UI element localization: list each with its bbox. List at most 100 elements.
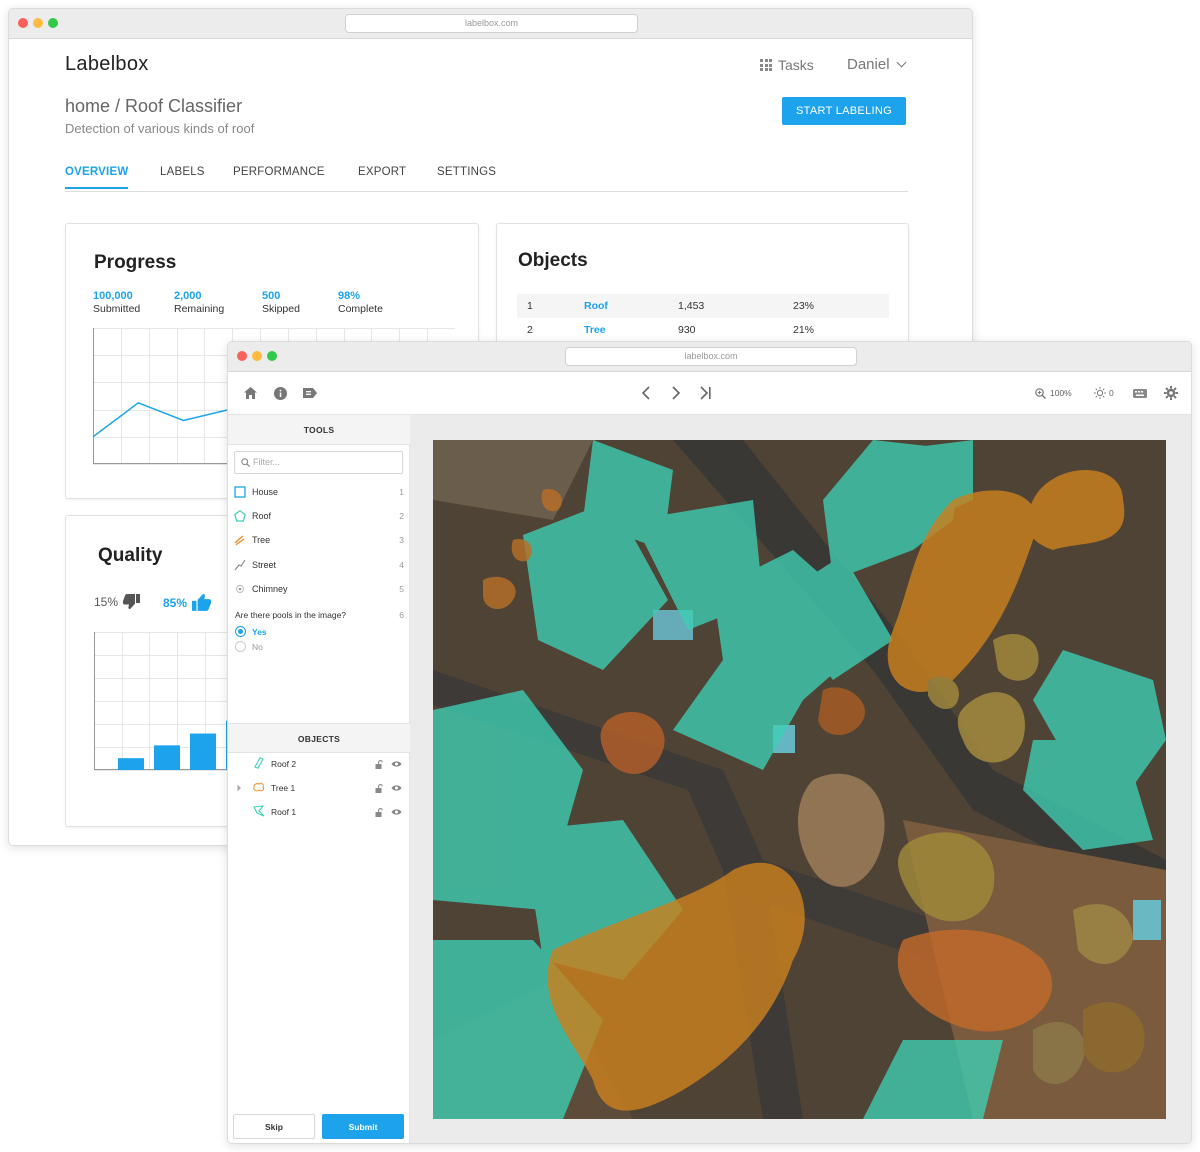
editor-toolbar: 100% 0 [228, 372, 1191, 415]
filter-input[interactable]: Filter... [234, 451, 403, 474]
progress-series-line [93, 401, 229, 438]
gear-icon[interactable] [1163, 385, 1179, 401]
quality-bar [154, 745, 180, 770]
grid-icon [760, 59, 772, 71]
radio-no[interactable]: No [235, 641, 263, 652]
aerial-image[interactable] [433, 440, 1166, 1119]
eye-icon[interactable] [391, 808, 402, 816]
maximize-window-button[interactable] [267, 351, 277, 361]
maximize-window-button[interactable] [48, 18, 58, 28]
tool-label: Chimney [252, 584, 288, 594]
square-icon [234, 486, 246, 498]
labeling-canvas[interactable] [410, 415, 1191, 1143]
tool-roof[interactable]: Roof 2 [234, 509, 404, 525]
object-item-tree-1[interactable]: Tree 1 [228, 779, 410, 799]
radio-circle [235, 641, 246, 652]
lock-icon[interactable] [375, 760, 384, 769]
chevron-right-icon[interactable] [237, 784, 242, 792]
stat-skipped: 500 Skipped [262, 290, 300, 315]
tab-export[interactable]: EXPORT [358, 166, 406, 178]
tool-street[interactable]: Street 4 [234, 558, 404, 574]
tool-house[interactable]: House 1 [234, 485, 404, 501]
object-count: 930 [678, 324, 696, 336]
zoom-icon[interactable] [1032, 385, 1048, 401]
table-row[interactable]: 1 Roof 1,453 23% [517, 294, 889, 318]
next-icon[interactable] [668, 385, 684, 401]
address-bar[interactable]: labelbox.com [565, 347, 857, 366]
lock-icon[interactable] [375, 808, 384, 817]
brightness-icon[interactable] [1092, 385, 1108, 401]
user-name: Daniel [847, 56, 890, 73]
user-menu[interactable]: Daniel [847, 56, 906, 73]
window-titlebar: labelbox.com [9, 9, 972, 39]
brush-icon [253, 782, 265, 792]
stat-label: Remaining [174, 303, 225, 315]
thumbs-up-stat: 85% [163, 594, 212, 611]
stat-value: 100,000 [93, 290, 133, 302]
object-percent: 23% [793, 300, 815, 312]
tool-label: House [252, 487, 279, 497]
table-row[interactable]: 2 Tree 930 21% [517, 318, 889, 342]
object-item-roof-2[interactable]: Roof 2 [228, 755, 410, 775]
tab-performance[interactable]: PERFORMANCE [233, 166, 325, 178]
close-window-button[interactable] [237, 351, 247, 361]
quality-bar [118, 758, 144, 770]
tab-settings[interactable]: SETTINGS [437, 166, 496, 178]
question-text: Are there pools in the image? [235, 610, 347, 620]
close-window-button[interactable] [18, 18, 28, 28]
radio-label: No [252, 641, 263, 652]
question-pools: Are there pools in the image? 6 [234, 608, 404, 624]
tool-hotkey: 1 [399, 487, 404, 497]
address-bar[interactable]: labelbox.com [345, 14, 638, 33]
tool-label: Street [252, 560, 277, 570]
thumbs-up-icon [192, 594, 212, 611]
tool-hotkey: 4 [399, 560, 404, 570]
eye-icon[interactable] [391, 784, 402, 792]
submit-button[interactable]: Submit [322, 1114, 404, 1139]
tool-label: Tree [252, 535, 271, 545]
tool-tree[interactable]: Tree 3 [234, 533, 404, 549]
home-icon[interactable] [242, 385, 258, 401]
info-icon[interactable] [272, 385, 288, 401]
radio-label: Yes [252, 626, 267, 637]
object-label: Tree 1 [271, 783, 296, 793]
keyboard-icon[interactable] [1132, 385, 1148, 401]
stat-label: Complete [338, 303, 383, 315]
minimize-window-button[interactable] [252, 351, 262, 361]
point-icon [236, 585, 244, 593]
tool-hotkey: 2 [399, 511, 404, 521]
tool-chimney[interactable]: Chimney 5 [234, 582, 404, 598]
tool-label: Roof [252, 511, 272, 521]
tab-labels[interactable]: LABELS [160, 166, 205, 178]
label-tag-icon[interactable] [302, 385, 318, 401]
labeling-editor-window: labelbox.com 100% 0 TOOLS Filter... Hous… [227, 341, 1192, 1144]
stat-value: 2,000 [174, 290, 202, 302]
stat-label: Skipped [262, 303, 300, 315]
labelbox-logo[interactable]: Labelbox [65, 53, 149, 76]
skip-to-end-icon[interactable] [698, 385, 714, 401]
brightness-level: 0 [1109, 388, 1114, 398]
stat-value: 500 [262, 290, 281, 302]
tab-overview[interactable]: OVERVIEW [65, 166, 129, 189]
radio-yes[interactable]: Yes [235, 626, 267, 637]
question-hotkey: 6 [399, 610, 404, 620]
breadcrumb[interactable]: home / Roof Classifier [65, 96, 242, 117]
object-item-roof-1[interactable]: Roof 1 [228, 803, 410, 823]
radio-circle [235, 626, 246, 637]
stat-value: 98% [338, 290, 361, 302]
object-name: Tree [584, 324, 606, 336]
tool-hotkey: 5 [399, 584, 404, 594]
start-labeling-button[interactable]: START LABELING [782, 97, 906, 125]
skip-button[interactable]: Skip [233, 1114, 315, 1139]
objects-header: OBJECTS [228, 723, 410, 753]
brush-icon [234, 535, 245, 546]
lock-icon[interactable] [375, 784, 384, 793]
thumbs-down-percent: 15% [94, 594, 119, 609]
tasks-menu[interactable]: Tasks [760, 57, 814, 73]
polygon-icon [253, 805, 265, 817]
eye-icon[interactable] [391, 760, 402, 768]
previous-icon[interactable] [638, 385, 654, 401]
stat-remaining: 2,000 Remaining [174, 290, 224, 315]
line-icon [234, 559, 246, 571]
minimize-window-button[interactable] [33, 18, 43, 28]
